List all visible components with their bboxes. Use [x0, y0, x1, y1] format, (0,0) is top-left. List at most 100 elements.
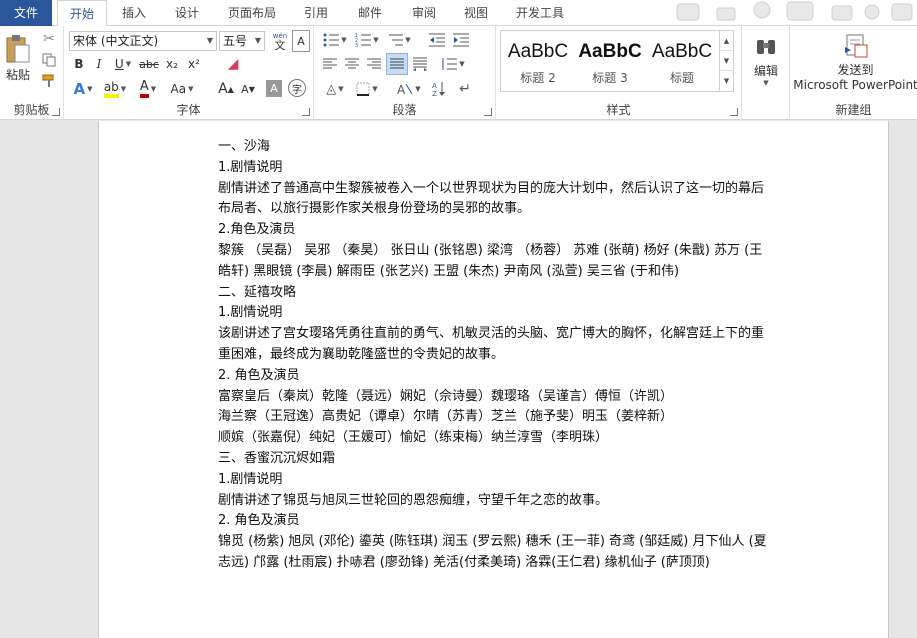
- styles-dialog-launcher[interactable]: [730, 108, 738, 116]
- char-shading-button[interactable]: A: [266, 80, 282, 97]
- clipboard-icon: [6, 34, 30, 62]
- font-size-combo[interactable]: 五号 ▼: [219, 31, 265, 51]
- style-title[interactable]: AaBbC 标题: [647, 33, 717, 89]
- paragraph-line: 该剧讲述了宫女璎珞凭勇往直前的勇气、机敏灵活的头脑、宽广博大的胸怀，化解宫廷上下…: [218, 326, 765, 362]
- phonetic-guide-button[interactable]: wén 文: [269, 30, 291, 52]
- font-dialog-launcher[interactable]: [302, 108, 310, 116]
- new-group-label: 新建组: [835, 103, 872, 117]
- increase-indent-icon: [453, 33, 469, 47]
- strikethrough-button[interactable]: abc: [138, 54, 160, 74]
- wen-char-icon: 文: [274, 39, 286, 52]
- cut-button[interactable]: ✂: [38, 30, 60, 48]
- paragraph-line: 顺嫔（张嘉倪）纯妃（王媛可）愉妃（练束梅）纳兰淳雪（李明珠）: [218, 430, 609, 446]
- sort-button[interactable]: AZ: [428, 78, 450, 100]
- align-left-icon: [323, 58, 337, 69]
- tab-design[interactable]: 设计: [163, 0, 211, 26]
- text-effects-button[interactable]: A ▼: [70, 78, 96, 100]
- style-sample-text: AaBbC: [578, 41, 642, 62]
- decrease-indent-button[interactable]: [426, 30, 448, 50]
- scroll-down-icon[interactable]: ▼: [720, 51, 733, 71]
- tab-page-layout[interactable]: 页面布局: [220, 0, 284, 26]
- shrink-font-button[interactable]: A ▼: [238, 78, 258, 100]
- font-color-button[interactable]: A ▼: [134, 78, 162, 100]
- bullets-button[interactable]: ▼: [320, 30, 350, 50]
- chevron-down-icon: ▼: [763, 78, 769, 87]
- borders-button[interactable]: ▼: [352, 78, 382, 100]
- styles-gallery: AaBbC 标题 2 AaBbC 标题 3 AaBbC 标题 ▲ ▼ ▼: [500, 30, 734, 92]
- paragraph-group: ▼ 1 2 3 ▼ ▼ ▼ ◬ ▼ ▼ A ▼ A Z ↵ 段落: [314, 26, 496, 120]
- align-center-button[interactable]: [342, 54, 362, 74]
- tab-review[interactable]: 审阅: [400, 0, 448, 26]
- tab-home[interactable]: 开始: [57, 0, 107, 27]
- font-size-value: 五号: [223, 34, 248, 48]
- document-page[interactable]: 一、沙海 1.剧情说明 剧情讲述了普通高中生黎簇被卷入一个以世界现状为目的庞大计…: [98, 121, 889, 638]
- paragraph-line: 富察皇后（秦岚）乾隆（聂远）娴妃（佘诗曼）魏璎珞（吴谨言）傅恒（许凯）: [218, 388, 674, 404]
- underline-button[interactable]: U ▼: [110, 54, 136, 74]
- style-heading-2[interactable]: AaBbC 标题 2: [503, 33, 573, 89]
- tab-file[interactable]: 文件: [0, 0, 52, 26]
- send-to-powerpoint-button[interactable]: 发送到 Microsoft PowerPoint: [793, 30, 917, 94]
- grow-font-button[interactable]: A ▲: [216, 78, 236, 100]
- style-name: 标题 3: [592, 71, 628, 85]
- align-right-button[interactable]: [364, 54, 384, 74]
- font-group-label: 字体: [176, 103, 201, 117]
- shading-button[interactable]: ◬ ▼: [320, 78, 350, 100]
- clipboard-group: 粘贴 ✂ 剪贴板: [0, 26, 64, 120]
- change-case-button[interactable]: Aa ▼: [166, 78, 198, 100]
- clipboard-dialog-launcher[interactable]: [52, 108, 60, 116]
- chinese-layout-button[interactable]: A ▼: [394, 78, 424, 100]
- distributed-button[interactable]: [410, 54, 430, 74]
- superscript-button[interactable]: x²: [184, 54, 204, 74]
- chevron-down-icon[interactable]: ▼: [255, 32, 261, 50]
- tab-developer[interactable]: 开发工具: [505, 0, 575, 26]
- tab-view[interactable]: 视图: [452, 0, 500, 26]
- char-border-button[interactable]: A: [292, 30, 310, 52]
- copy-button[interactable]: [38, 51, 60, 69]
- line-spacing-button[interactable]: ▼: [438, 54, 468, 74]
- paragraph-dialog-launcher[interactable]: [484, 108, 492, 116]
- increase-indent-button[interactable]: [450, 30, 472, 50]
- paste-button[interactable]: 粘贴: [2, 30, 34, 86]
- tab-insert[interactable]: 插入: [110, 0, 158, 26]
- heading-line: 一、沙海: [218, 139, 271, 154]
- document-body[interactable]: 一、沙海 1.剧情说明 剧情讲述了普通高中生黎簇被卷入一个以世界现状为目的庞大计…: [218, 137, 774, 574]
- chevron-down-icon: ▼: [150, 85, 157, 93]
- justify-icon: [390, 58, 404, 69]
- tab-references[interactable]: 引用: [292, 0, 340, 26]
- svg-text:Z: Z: [432, 90, 437, 97]
- tab-mailings[interactable]: 邮件: [346, 0, 394, 26]
- send-to-label: 发送到: [837, 62, 874, 77]
- editing-label: 编辑: [753, 63, 778, 78]
- paragraph-line: 海兰察（王冠逸）高贵妃（谭卓）尔晴（苏青）芝兰（施予斐）明玉（姜梓新）: [218, 409, 674, 425]
- heading-line: 二、延禧攻略: [218, 284, 297, 300]
- italic-button[interactable]: I: [90, 54, 108, 74]
- bold-button[interactable]: B: [70, 54, 88, 74]
- chevron-down-icon: ▼: [459, 60, 465, 68]
- justify-button[interactable]: [386, 53, 408, 75]
- style-sample-text: AaBbC: [507, 41, 569, 62]
- style-heading-3[interactable]: AaBbC 标题 3: [575, 33, 645, 89]
- numbering-button[interactable]: 1 2 3 ▼: [352, 30, 382, 50]
- clear-formatting-button[interactable]: ◢: [222, 54, 244, 74]
- paragraph-group-label: 段落: [392, 103, 417, 117]
- paragraph-line: 剧情讲述了普通高中生黎簇被卷入一个以世界现状为目的庞大计划中，然后认识了这一切的…: [218, 180, 765, 217]
- multilevel-list-button[interactable]: ▼: [384, 30, 414, 50]
- editing-button[interactable]: 编辑 ▼: [746, 30, 786, 92]
- chevron-down-icon[interactable]: ▼: [207, 32, 213, 50]
- chinese-layout-icon: A: [397, 83, 413, 96]
- align-left-button[interactable]: [320, 54, 340, 74]
- format-painter-button[interactable]: [38, 72, 60, 90]
- subscript-button[interactable]: x₂: [162, 54, 182, 74]
- scroll-up-icon[interactable]: ▲: [720, 31, 733, 51]
- grow-font-label: A: [218, 81, 228, 97]
- highlight-button[interactable]: ab ▼: [100, 78, 130, 100]
- enclose-characters-button[interactable]: 字: [288, 79, 306, 97]
- style-sample-text: AaBbC: [651, 41, 713, 62]
- svg-text:3: 3: [355, 43, 358, 47]
- show-marks-button[interactable]: ↵: [454, 78, 476, 100]
- office-theme-decoration: [676, 1, 913, 21]
- ribbon: 粘贴 ✂ 剪贴板 宋体 (中文正文) ▼ 五号 ▼ wén 文 A B I U …: [0, 26, 917, 120]
- font-name-combo[interactable]: 宋体 (中文正文) ▼: [69, 31, 217, 51]
- more-styles-icon[interactable]: ▼: [720, 71, 733, 91]
- copy-icon: [42, 53, 56, 67]
